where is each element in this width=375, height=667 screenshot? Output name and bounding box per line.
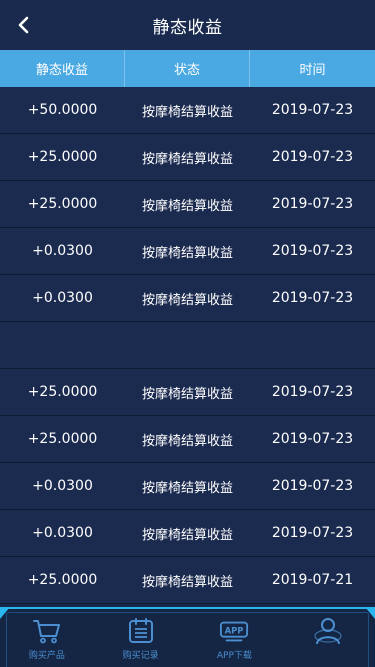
user-icon (313, 617, 343, 645)
app-download-icon: APP (219, 617, 249, 645)
date-cell: 2019-07-23 (271, 525, 354, 541)
amount-cell: +0.0300 (32, 478, 93, 494)
column-header-time: 时间 (299, 63, 326, 78)
status-cell: 按摩椅结算收益 (141, 104, 233, 120)
date-cell: 2019-07-23 (271, 149, 354, 165)
tab-label: APP下载 (216, 651, 252, 661)
tab-buy-product[interactable]: 购买产品 (0, 609, 94, 667)
tab-purchase-records[interactable]: 购买记录 (94, 609, 188, 667)
status-cell: 按摩椅结算收益 (141, 480, 233, 496)
list-icon (126, 617, 156, 645)
bottom-tab-bar: 购买产品 购买记录 APP APP下载 (0, 607, 375, 667)
date-cell: 2019-07-23 (271, 102, 354, 118)
date-cell: 2019-07-21 (271, 572, 354, 588)
status-cell: 按摩椅结算收益 (141, 574, 233, 590)
table-header: 静态收益 状态 时间 (0, 50, 375, 87)
amount-cell: +0.0300 (32, 525, 93, 541)
status-cell: 按摩椅结算收益 (141, 151, 233, 167)
tab-user-center[interactable] (281, 609, 375, 667)
status-cell: 按摩椅结算收益 (141, 433, 233, 449)
table-row: +0.0300 按摩椅结算收益 2019-07-23 (0, 510, 375, 557)
table-row: +50.0000 按摩椅结算收益 2019-07-23 (0, 87, 375, 134)
table-row: +25.0000 按摩椅结算收益 2019-07-23 (0, 416, 375, 463)
table-row: +25.0000 按摩椅结算收益 2019-07-23 (0, 134, 375, 181)
status-cell: 按摩椅结算收益 (141, 198, 233, 214)
amount-cell: +0.0300 (32, 290, 93, 306)
amount-cell: +0.0300 (32, 243, 93, 259)
back-button[interactable] (12, 13, 36, 37)
status-cell: 按摩椅结算收益 (141, 527, 233, 543)
amount-cell: +25.0000 (27, 196, 98, 212)
tab-label: 购买产品 (28, 651, 65, 661)
date-cell: 2019-07-23 (271, 384, 354, 400)
amount-cell: +25.0000 (27, 149, 98, 165)
amount-cell: +25.0000 (27, 431, 98, 447)
date-cell: 2019-07-23 (271, 431, 354, 447)
table-row: +25.0000 按摩椅结算收益 2019-07-21 (0, 557, 375, 604)
amount-cell: +25.0000 (27, 572, 98, 588)
cart-icon (32, 617, 62, 645)
date-cell: 2019-07-23 (271, 290, 354, 306)
chevron-left-icon (18, 16, 29, 34)
table-row: +0.0300 按摩椅结算收益 2019-07-23 (0, 275, 375, 322)
column-header-status: 状态 (125, 50, 250, 87)
table-row: +25.0000 按摩椅结算收益 2019-07-23 (0, 181, 375, 228)
table-row: +0.0300 按摩椅结算收益 2019-07-23 (0, 228, 375, 275)
table-row: +25.0000 按摩椅结算收益 2019-07-23 (0, 369, 375, 416)
column-header-income: 静态收益 (0, 50, 125, 87)
top-bar: 静态收益 (0, 0, 375, 50)
page-title: 静态收益 (152, 17, 223, 38)
table-row-empty (0, 322, 375, 369)
table-row: +0.0300 按摩椅结算收益 2019-07-23 (0, 463, 375, 510)
svg-text:APP: APP (225, 625, 244, 635)
amount-cell: +50.0000 (27, 102, 98, 118)
status-cell: 按摩椅结算收益 (141, 386, 233, 402)
status-cell: 按摩椅结算收益 (141, 292, 233, 308)
tab-app-download[interactable]: APP APP下载 (188, 609, 282, 667)
date-cell: 2019-07-23 (271, 196, 354, 212)
table-body: +50.0000 按摩椅结算收益 2019-07-23 +25.0000 按摩椅… (0, 87, 375, 604)
tab-label: 购买记录 (122, 651, 159, 661)
amount-cell: +25.0000 (27, 384, 98, 400)
date-cell: 2019-07-23 (271, 478, 354, 494)
status-cell: 按摩椅结算收益 (141, 245, 233, 261)
date-cell: 2019-07-23 (271, 243, 354, 259)
